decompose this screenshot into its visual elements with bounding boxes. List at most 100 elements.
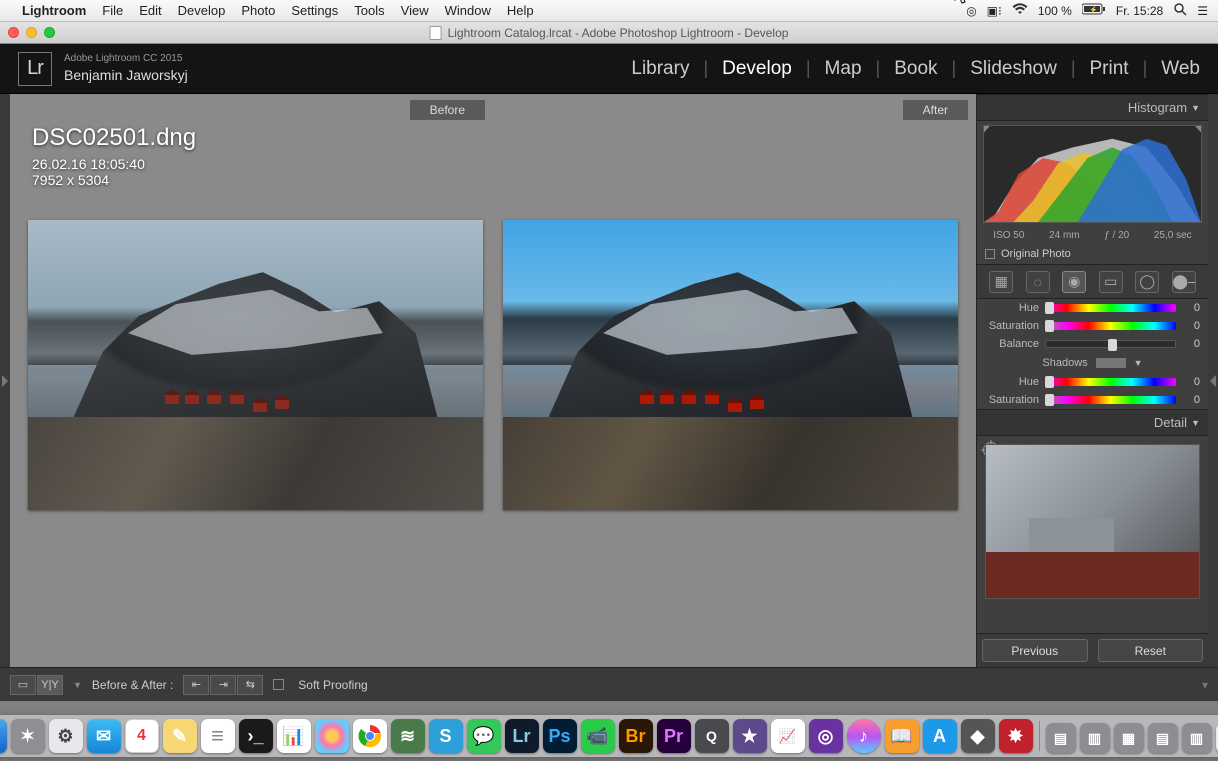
menu-window[interactable]: Window — [445, 3, 491, 18]
dock-libreoffice[interactable]: ≋ — [391, 719, 425, 753]
dock-premiere[interactable]: Pr — [657, 719, 691, 753]
file-info-overlay: DSC02501.dng 26.02.16 18:05:40 7952 x 53… — [32, 124, 196, 188]
dock-activity[interactable]: 📊 — [277, 719, 311, 753]
module-web[interactable]: Web — [1161, 58, 1200, 80]
dock-red[interactable]: ✸ — [999, 719, 1033, 753]
shadow-saturation-slider[interactable]: Saturation 0 — [977, 391, 1208, 409]
menu-app[interactable]: Lightroom — [22, 3, 86, 18]
balance-slider[interactable]: Balance 0 — [977, 335, 1208, 353]
menu-help[interactable]: Help — [507, 3, 534, 18]
menu-file[interactable]: File — [102, 3, 123, 18]
module-slideshow[interactable]: Slideshow — [970, 58, 1057, 80]
shadows-header[interactable]: Shadows▼ — [977, 353, 1208, 373]
detail-header[interactable]: Detail▼ — [977, 409, 1208, 436]
zoom-button[interactable] — [44, 27, 55, 38]
hue-slider[interactable]: Hue 0 — [977, 299, 1208, 317]
loupe-view-button[interactable]: ▭ — [10, 675, 36, 695]
exif-shutter: 25,0 sec — [1154, 230, 1192, 241]
dock-facetime[interactable]: 📹 — [581, 719, 615, 753]
dock-quicktime[interactable]: Q — [695, 719, 729, 753]
dock-generic1[interactable]: ◆ — [961, 719, 995, 753]
right-panel-handle[interactable] — [1208, 94, 1218, 667]
menu-develop[interactable]: Develop — [178, 3, 226, 18]
dock-podcasts[interactable]: ◎ — [809, 719, 843, 753]
dock-stack3[interactable]: ▦ — [1114, 723, 1144, 753]
checkbox-icon[interactable] — [985, 249, 995, 259]
histogram[interactable] — [983, 125, 1202, 223]
dock: ☺ ✶ ⚙ ✉ 4 ✎ ≡ ›_ 📊 ≋ S 💬 Lr Ps 📹 Br Pr Q… — [0, 715, 1218, 757]
dock-calendar[interactable]: 4 — [125, 719, 159, 753]
after-image[interactable] — [503, 220, 958, 510]
dock-chrome[interactable] — [353, 719, 387, 753]
menu-extras-icon[interactable]: ☰ — [1197, 4, 1208, 18]
grad-tool[interactable]: ▭ — [1099, 271, 1123, 293]
before-after-view-button[interactable]: Y|Y — [37, 675, 63, 695]
wifi-icon[interactable] — [1012, 3, 1028, 18]
dock-stack4[interactable]: ▤ — [1148, 723, 1178, 753]
menu-photo[interactable]: Photo — [241, 3, 275, 18]
menu-view[interactable]: View — [401, 3, 429, 18]
reset-button[interactable]: Reset — [1098, 639, 1204, 662]
spot-tool[interactable]: ◌ — [1026, 271, 1050, 293]
develop-canvas: Before After DSC02501.dng 26.02.16 18:05… — [10, 94, 976, 667]
chevron-down-icon[interactable]: ▼ — [73, 680, 82, 690]
module-print[interactable]: Print — [1090, 58, 1129, 80]
develop-right-panel: Histogram▼ ISO 50 24 mm ƒ / 20 25,0 sec — [976, 94, 1208, 667]
brush-tool[interactable]: ⬤⎯ — [1172, 271, 1196, 293]
window-title-text: Lightroom Catalog.lrcat - Adobe Photosho… — [448, 26, 789, 40]
dock-notes[interactable]: ✎ — [163, 719, 197, 753]
detail-preview[interactable] — [985, 444, 1200, 599]
dock-photos[interactable] — [315, 719, 349, 753]
redeye-tool[interactable]: ◉ — [1062, 271, 1086, 293]
saturation-slider[interactable]: Saturation 0 — [977, 317, 1208, 335]
module-map[interactable]: Map — [825, 58, 862, 80]
crop-tool[interactable]: ▦ — [989, 271, 1013, 293]
menu-tools[interactable]: Tools — [354, 3, 384, 18]
toolbar-chevron[interactable]: ▾ — [1202, 678, 1208, 692]
file-name: DSC02501.dng — [32, 124, 196, 152]
tool-strip: ▦ ◌ ◉ ▭ ◯ ⬤⎯ — [977, 265, 1208, 299]
dock-messages[interactable]: 💬 — [467, 719, 501, 753]
dock-stack1[interactable]: ▤ — [1046, 723, 1076, 753]
dock-lightroom[interactable]: Lr — [505, 719, 539, 753]
screen-rec-icon[interactable]: ▣⁝ — [987, 4, 1002, 18]
radial-tool[interactable]: ◯ — [1135, 271, 1159, 293]
dock-skype[interactable]: S — [429, 719, 463, 753]
dock-imovie[interactable]: ★ — [733, 719, 767, 753]
histogram-header[interactable]: Histogram▼ — [977, 94, 1208, 121]
previous-button[interactable]: Previous — [982, 639, 1088, 662]
ba-swap[interactable]: ⇆ — [237, 675, 263, 695]
module-book[interactable]: Book — [894, 58, 937, 80]
dock-stack2[interactable]: ▥ — [1080, 723, 1110, 753]
cc-status-icon[interactable]: ◎ — [966, 4, 976, 18]
ba-copy-left[interactable]: ⇤ — [183, 675, 209, 695]
dock-stack5[interactable]: ▥ — [1182, 723, 1212, 753]
clock[interactable]: Fr. 15:28 — [1116, 4, 1163, 18]
left-panel-handle[interactable] — [0, 94, 10, 667]
dock-systempref[interactable]: ⚙ — [49, 719, 83, 753]
exif-aperture: ƒ / 20 — [1104, 230, 1129, 241]
before-image[interactable] — [28, 220, 483, 510]
dock-photoshop[interactable]: Ps — [543, 719, 577, 753]
soft-proof-checkbox[interactable] — [273, 679, 284, 690]
ba-copy-right[interactable]: ⇥ — [210, 675, 236, 695]
close-button[interactable] — [8, 27, 19, 38]
dock-terminal[interactable]: ›_ — [239, 719, 273, 753]
dock-bridge[interactable]: Br — [619, 719, 653, 753]
dock-mail[interactable]: ✉ — [87, 719, 121, 753]
dock-itunes[interactable]: ♪ — [847, 719, 881, 753]
minimize-button[interactable] — [26, 27, 37, 38]
module-library[interactable]: Library — [631, 58, 689, 80]
original-photo-toggle[interactable]: Original Photo — [977, 244, 1208, 265]
spotlight-icon[interactable] — [1173, 2, 1187, 19]
dock-ibooks[interactable]: 📖 — [885, 719, 919, 753]
menu-edit[interactable]: Edit — [139, 3, 161, 18]
module-develop[interactable]: Develop — [722, 58, 792, 80]
shadow-hue-slider[interactable]: Hue 0 — [977, 373, 1208, 391]
dock-finder[interactable]: ☺ — [0, 719, 7, 753]
dock-safari[interactable]: ✶ — [11, 719, 45, 753]
dock-numbers[interactable]: 📈 — [771, 719, 805, 753]
dock-reminders[interactable]: ≡ — [201, 719, 235, 753]
dock-appstore[interactable]: A — [923, 719, 957, 753]
menu-settings[interactable]: Settings — [291, 3, 338, 18]
